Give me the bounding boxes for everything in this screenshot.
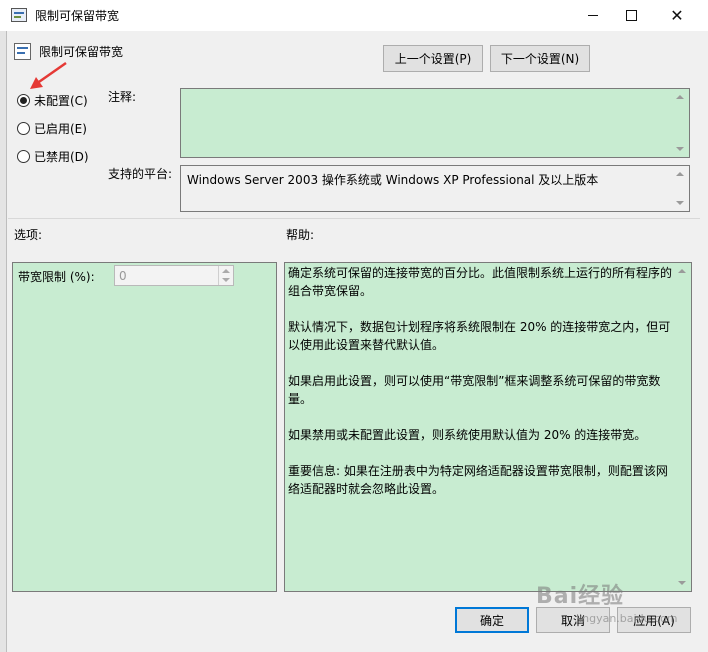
platform-field: Windows Server 2003 操作系统或 Windows XP Pro… [180, 165, 690, 212]
help-text: 确定系统可保留的连接带宽的百分比。此值限制系统上运行的所有程序的组合带宽保留。 … [288, 264, 674, 516]
comment-textarea[interactable] [180, 88, 690, 158]
help-paragraph: 重要信息: 如果在注册表中为特定网络适配器设置带宽限制，则配置该网络适配器时就会… [288, 464, 668, 496]
comment-scrollbar[interactable] [672, 89, 689, 157]
divider [8, 218, 700, 219]
policy-title: 限制可保留带宽 [39, 45, 124, 59]
options-section-label: 选项: [14, 228, 43, 242]
spin-down-icon [222, 278, 230, 282]
platform-value: Windows Server 2003 操作系统或 Windows XP Pro… [187, 173, 599, 187]
help-paragraph: 如果禁用或未配置此设置，则系统使用默认值为 20% 的连接带宽。 [288, 428, 647, 442]
title-bar: 限制可保留带宽 ✕ [0, 0, 708, 31]
watermark-url: jingyan.baidu.com [576, 612, 678, 625]
minimize-icon [588, 15, 598, 16]
watermark-text: Bai经验 [536, 584, 625, 609]
policy-icon [14, 43, 31, 60]
radio-enabled[interactable]: 已启用(E) [17, 120, 87, 137]
scroll-down-icon [676, 147, 684, 151]
platform-label: 支持的平台: [108, 167, 173, 181]
help-paragraph: 确定系统可保留的连接带宽的百分比。此值限制系统上运行的所有程序的组合带宽保留。 [288, 266, 673, 298]
options-panel [12, 262, 277, 592]
radio-label: 已禁用(D) [34, 150, 89, 164]
spinner-arrows[interactable] [218, 266, 233, 285]
scroll-up-icon [676, 95, 684, 99]
next-setting-button[interactable]: 下一个设置(N) [490, 45, 590, 72]
radio-unchecked-icon [17, 122, 30, 135]
help-scrollbar[interactable] [674, 263, 691, 591]
window-title: 限制可保留带宽 [35, 9, 120, 23]
scroll-down-icon [676, 201, 684, 205]
radio-disabled[interactable]: 已禁用(D) [17, 148, 89, 165]
close-button[interactable]: ✕ [654, 0, 700, 31]
spin-up-icon [222, 269, 230, 273]
previous-setting-button[interactable]: 上一个设置(P) [383, 45, 483, 72]
bandwidth-limit-value: 0 [119, 269, 127, 283]
maximize-button[interactable] [608, 0, 654, 31]
help-paragraph: 默认情况下，数据包计划程序将系统限制在 20% 的连接带宽之内，但可以使用此设置… [288, 320, 671, 352]
radio-label: 未配置(C) [34, 94, 88, 108]
policy-dialog: 限制可保留带宽 ✕ 限制可保留带宽 上一个设置(P) 下一个设置(N) 未配置(… [0, 0, 708, 652]
radio-unchecked-icon [17, 150, 30, 163]
ok-button[interactable]: 确定 [455, 607, 529, 633]
radio-not-configured[interactable]: 未配置(C) [17, 92, 88, 109]
policy-app-icon [11, 8, 27, 22]
background-window-edge [0, 31, 7, 652]
comment-label: 注释: [108, 90, 137, 104]
bandwidth-limit-label: 带宽限制 (%): [18, 270, 95, 284]
scroll-up-icon [676, 172, 684, 176]
close-icon: ✕ [670, 6, 684, 25]
bandwidth-limit-spinner[interactable]: 0 [114, 265, 234, 286]
help-paragraph: 如果启用此设置，则可以使用“带宽限制”框来调整系统可保留的带宽数量。 [288, 374, 661, 406]
platform-scrollbar[interactable] [672, 166, 689, 211]
radio-checked-icon [17, 94, 30, 107]
red-arrow-icon [30, 61, 67, 89]
help-section-label: 帮助: [286, 228, 315, 242]
scroll-down-icon [678, 581, 686, 585]
baidu-watermark-logo: Bai经验 jingyan.baidu.com [536, 578, 678, 625]
maximize-icon [625, 10, 637, 21]
scroll-up-icon [678, 269, 686, 273]
radio-label: 已启用(E) [34, 122, 87, 136]
